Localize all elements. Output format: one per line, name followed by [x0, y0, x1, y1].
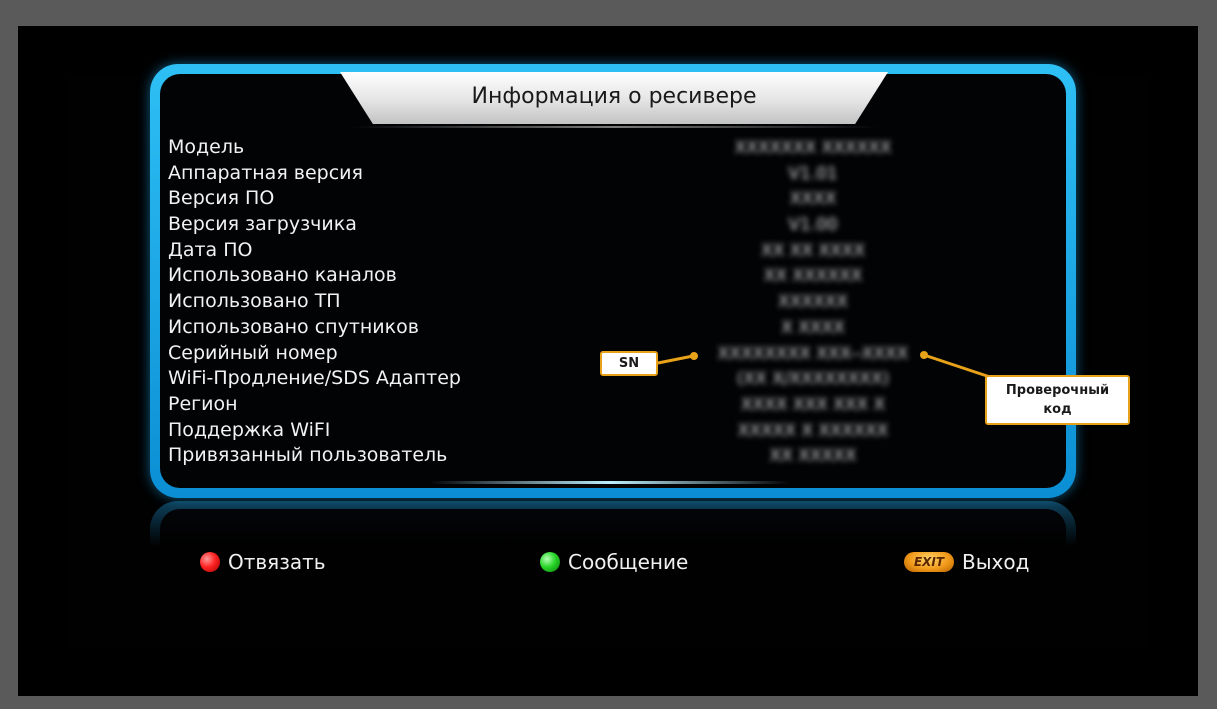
receiver-info-list: Модель XXXXXXX XXXXXX Аппаратная версия …: [168, 135, 1048, 469]
serial-number-value-blurred: XXXXXXXX XXX--XXXX: [717, 343, 909, 364]
info-label: WiFi-Продление/SDS Адаптер: [168, 367, 461, 390]
info-value-blurred: XXXX XXX XXX X: [740, 394, 886, 415]
info-label: Версия ПО: [168, 187, 275, 210]
info-label: Привязанный пользователь: [168, 444, 448, 467]
info-row-hardware-version: Аппаратная версия V1.01: [168, 161, 1048, 187]
info-label: Использовано ТП: [168, 290, 341, 313]
message-button[interactable]: Сообщение: [540, 550, 688, 574]
info-row-channels-used: Использовано каналов XX XXXXXX: [168, 263, 1048, 289]
info-label: Версия загрузчика: [168, 213, 357, 236]
info-value-blurred: XXXXXX: [778, 292, 848, 313]
unbind-label: Отвязать: [228, 550, 326, 574]
info-label: Использовано каналов: [168, 264, 397, 287]
info-value-blurred: V1.01: [788, 163, 838, 184]
info-value-blurred: XXXX: [789, 189, 837, 210]
info-row-software-date: Дата ПО XX XX XXXX: [168, 238, 1048, 264]
info-value-blurred: XXXXX X XXXXXX: [737, 420, 889, 441]
info-label: Регион: [168, 392, 238, 415]
verification-code-callout-line2: код: [1043, 402, 1072, 417]
title-divider: [350, 126, 878, 128]
info-row-model: Модель XXXXXXX XXXXXX: [168, 135, 1048, 161]
red-button-icon: [200, 552, 220, 572]
info-row-wifi-support: Поддержка WiFI XXXXX X XXXXXX: [168, 418, 1048, 444]
info-label: Поддержка WiFI: [168, 418, 331, 441]
info-value-blurred: XXXXXXX XXXXXX: [734, 138, 892, 158]
sn-callout: SN: [600, 351, 658, 376]
exit-key-icon: EXIT: [904, 552, 954, 572]
info-row-loader-version: Версия загрузчика V1.00: [168, 212, 1048, 238]
info-row-tp-used: Использовано ТП XXXXXX: [168, 289, 1048, 315]
info-label: Серийный номер: [168, 341, 338, 364]
info-value-blurred: V1.00: [788, 215, 838, 236]
verification-code-callout-line1: Проверочный: [1005, 383, 1110, 398]
info-value-blurred: XX XXXXX: [769, 446, 857, 467]
exit-button[interactable]: EXIT Выход: [904, 550, 1029, 574]
info-row-bound-user: Привязанный пользователь XX XXXXX: [168, 443, 1048, 469]
unbind-button[interactable]: Отвязать: [200, 550, 326, 574]
verification-code-callout: Проверочный код: [985, 375, 1130, 425]
info-value-blurred: XX XX XXXX: [761, 240, 865, 261]
exit-label: Выход: [962, 550, 1030, 574]
green-button-icon: [540, 552, 560, 572]
page-title: Информация о ресивере: [471, 83, 757, 109]
info-label: Использовано спутников: [168, 315, 419, 338]
panel-bottom-glow: [430, 481, 790, 484]
info-label: Дата ПО: [168, 238, 253, 261]
info-value-blurred: X XXXX: [781, 317, 845, 338]
info-value-blurred: XX XXXXXX: [763, 266, 863, 287]
info-label: Модель: [168, 136, 245, 158]
info-row-satellites-used: Использовано спутников X XXXX: [168, 315, 1048, 341]
message-label: Сообщение: [568, 550, 689, 574]
info-value-blurred: (XX X/XXXXXXXX): [736, 369, 890, 390]
info-label: Аппаратная версия: [168, 161, 363, 184]
info-row-software-version: Версия ПО XXXX: [168, 186, 1048, 212]
title-tab: Информация о ресивере: [340, 72, 888, 124]
sn-callout-text: SN: [618, 356, 640, 371]
info-row-region: Регион XXXX XXX XXX X: [168, 392, 1048, 418]
